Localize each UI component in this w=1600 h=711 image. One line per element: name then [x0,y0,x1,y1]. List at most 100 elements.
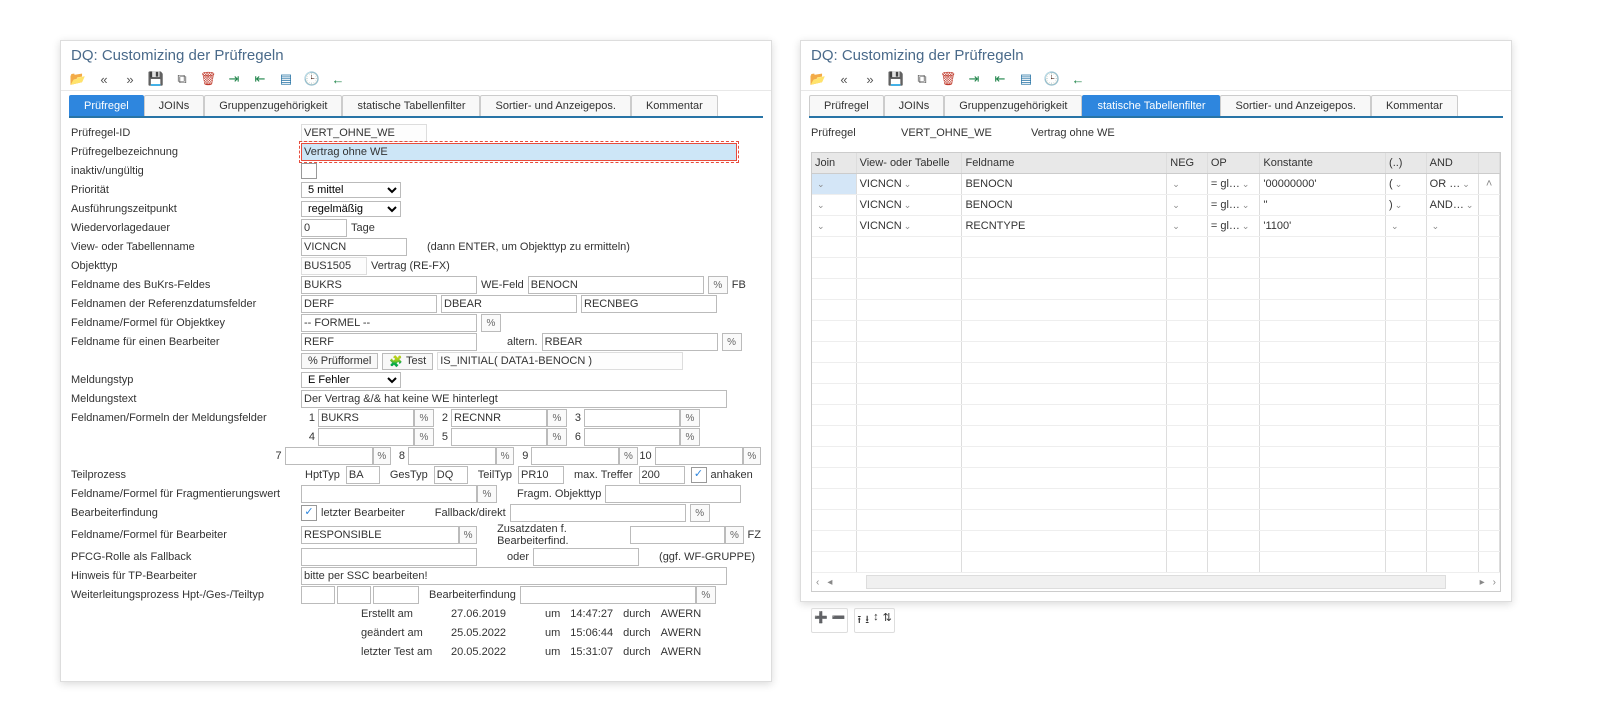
fld-fwd1[interactable] [301,586,335,604]
tab-filter[interactable]: statische Tabellenfilter [342,95,480,116]
fld-wefeld[interactable]: BENOCN [528,276,704,294]
open-icon[interactable]: 📂 [809,70,827,88]
export-icon[interactable]: ⇥ [225,70,243,88]
pct-icon[interactable]: % [547,409,567,427]
pct-icon[interactable]: % [725,526,743,544]
fld-pfcg2[interactable] [533,548,639,566]
percent-icon-2[interactable]: % [722,333,742,351]
sel-msgtype[interactable]: E Fehler [301,372,401,388]
chevron-down-icon[interactable]: ⌄ [1462,179,1470,189]
fld-altern[interactable]: RBEAR [542,333,718,351]
fld-mf1[interactable]: BUKRS [318,409,414,427]
table-row-empty[interactable] [812,363,1500,384]
sel-exec[interactable]: regelmäßig [301,201,401,217]
chevron-down-icon[interactable]: ⌄ [817,221,825,231]
chevron-down-icon[interactable]: ⌄ [904,200,912,210]
table-row-empty[interactable] [812,258,1500,279]
tab-kommentar[interactable]: Kommentar [631,95,718,116]
fld-resub[interactable]: 0 [301,219,347,237]
remove-row-icon[interactable]: ➖ [832,611,846,630]
fld-bukrs[interactable]: BUKRS [301,276,477,294]
move-icon-3[interactable]: ↕ [873,611,879,630]
fld-editor[interactable]: RERF [301,333,477,351]
tab-gruppen[interactable]: Gruppenzugehörigkeit [944,95,1082,116]
last-icon[interactable]: » [121,70,139,88]
table-row-empty[interactable] [812,447,1500,468]
scroll-left-icon[interactable]: ◂ [823,577,836,588]
tab-sort[interactable]: Sortier- und Anzeigepos. [480,95,630,116]
pct-icon[interactable]: % [547,428,567,446]
save-icon[interactable]: 💾 [147,70,165,88]
import-icon[interactable]: ⇤ [991,70,1009,88]
table-row-empty[interactable] [812,510,1500,531]
scroll-right-end-icon[interactable]: › [1489,577,1500,588]
table-row[interactable]: ⌄VICNCN⌄RECNTYPE⌄= gl…⌄'1100'⌄⌄ [812,216,1500,237]
chevron-down-icon[interactable]: ⌄ [1172,221,1180,231]
fld-mf3[interactable] [584,409,680,427]
fld-mf7[interactable] [285,447,373,465]
save-icon[interactable]: 💾 [887,70,905,88]
chevron-down-icon[interactable]: ⌄ [817,200,825,210]
table-row-empty[interactable] [812,300,1500,321]
fld-name[interactable]: Vertrag ohne WE [301,143,737,161]
back-icon[interactable]: ← [329,70,347,88]
pct-icon[interactable]: % [459,526,477,544]
move-icon-2[interactable]: ⭳ [865,611,869,630]
fld-hpt[interactable]: BA [346,466,380,484]
first-icon[interactable]: « [95,70,113,88]
pct-icon[interactable]: % [619,447,637,465]
first-icon[interactable]: « [835,70,853,88]
table-row-empty[interactable] [812,342,1500,363]
last-icon[interactable]: » [861,70,879,88]
chevron-down-icon[interactable]: ⌄ [817,179,825,189]
fld-objkey[interactable]: -- FORMEL -- [301,314,477,332]
table-row-empty[interactable] [812,426,1500,447]
chevron-down-icon[interactable]: ⌄ [1391,221,1399,231]
fld-mf10[interactable] [655,447,743,465]
move-icon-1[interactable]: ⭱ [857,611,861,630]
fld-fwd3[interactable] [373,586,419,604]
clock-icon[interactable]: 🕒 [303,70,321,88]
table-row-empty[interactable] [812,384,1500,405]
list-icon[interactable]: ▤ [1017,70,1035,88]
delete-icon[interactable]: 🗑 [199,70,217,88]
fld-zusatz[interactable] [630,526,725,544]
add-row-icon[interactable]: ➕ [814,611,828,630]
tab-kommentar[interactable]: Kommentar [1371,95,1458,116]
table-row-empty[interactable] [812,321,1500,342]
scroll-right-icon[interactable]: ▸ [1476,577,1489,588]
chevron-down-icon[interactable]: ⌄ [1242,221,1250,231]
chevron-down-icon[interactable]: ⌄ [1242,179,1250,189]
table-row-empty[interactable] [812,237,1500,258]
scroll-left-end-icon[interactable]: ‹ [812,577,823,588]
chevron-down-icon[interactable]: ⌄ [1172,179,1180,189]
pct-icon[interactable]: % [743,447,761,465]
export-icon[interactable]: ⇥ [965,70,983,88]
fld-ref1[interactable]: DERF [301,295,437,313]
fld-pfcg[interactable] [301,548,477,566]
import-icon[interactable]: ⇤ [251,70,269,88]
pct-icon[interactable]: % [690,504,710,522]
tab-pruefregel[interactable]: Prüfregel [809,95,884,116]
fld-ges[interactable]: DQ [434,466,468,484]
pct-icon[interactable]: % [680,428,700,446]
open-icon[interactable]: 📂 [69,70,87,88]
chevron-down-icon[interactable]: ⌄ [1432,221,1440,231]
fld-view[interactable]: VICNCN [301,238,407,256]
pct-icon[interactable]: % [496,447,514,465]
pct-icon[interactable]: % [414,409,434,427]
chevron-down-icon[interactable]: ⌄ [904,179,912,189]
copy-icon[interactable]: ⧉ [913,70,931,88]
fld-fragobj[interactable] [605,485,741,503]
chevron-down-icon[interactable]: ⌄ [1172,200,1180,210]
pct-icon[interactable]: % [696,586,716,604]
chevron-down-icon[interactable]: ⌄ [1242,200,1250,210]
fld-max[interactable]: 200 [639,466,685,484]
fld-fragval[interactable] [301,485,477,503]
move-icon-4[interactable]: ⇅ [883,611,892,630]
table-row-empty[interactable] [812,531,1500,552]
pct-icon[interactable]: % [373,447,391,465]
h-scrollbar[interactable] [866,575,1445,589]
tab-filter[interactable]: statische Tabellenfilter [1082,95,1220,116]
fld-bearb[interactable] [520,586,696,604]
